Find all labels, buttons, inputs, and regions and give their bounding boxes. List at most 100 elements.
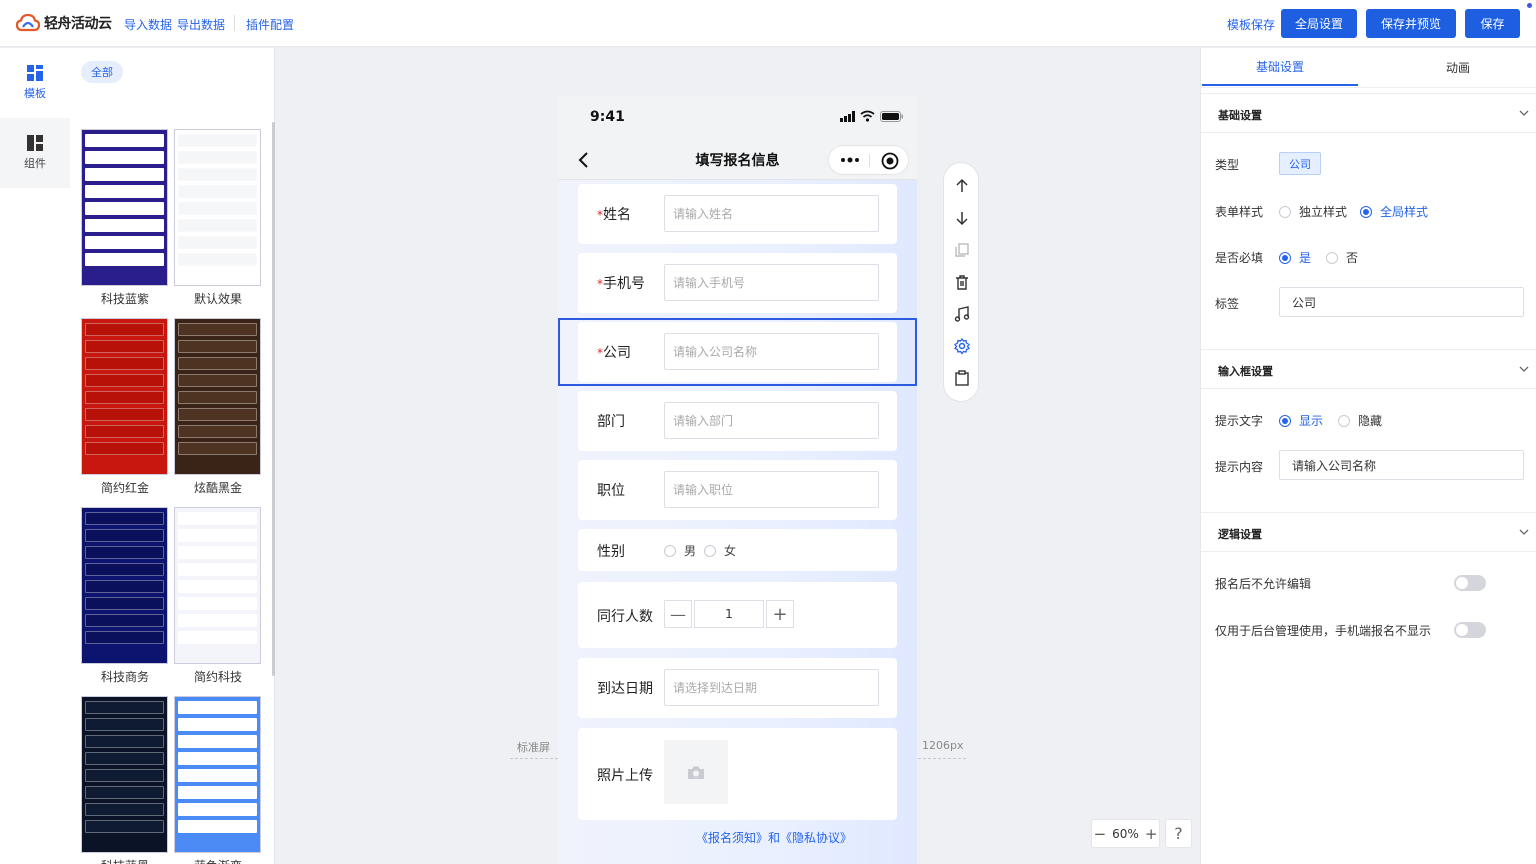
left-rail: 模板 组件 <box>0 48 70 864</box>
more-dots-icon[interactable] <box>840 157 860 163</box>
tab-basic-settings[interactable]: 基础设置 <box>1202 48 1358 86</box>
department-input[interactable]: 请输入部门 <box>664 402 879 439</box>
form-body: *姓名 请输入姓名 *手机号 请输入手机号 *公司 请输入公司名称 部门 请输入… <box>558 180 917 864</box>
thumbnail-row <box>178 357 257 370</box>
thumbnail-row <box>85 442 164 455</box>
stepper-plus-button[interactable]: + <box>766 600 794 628</box>
thumbnail-row <box>85 529 164 542</box>
notification-dot <box>1527 3 1532 8</box>
settings-gear-icon[interactable] <box>953 337 971 355</box>
field-card-department[interactable]: 部门 请输入部门 <box>578 391 897 451</box>
template-label: 炫酷黑金 <box>193 481 242 495</box>
radio-unchecked-icon <box>1326 252 1338 264</box>
export-data-link[interactable]: 导出数据 <box>177 16 225 33</box>
thumbnail-row <box>178 580 257 593</box>
form-style-global-option[interactable]: 全局样式 <box>1360 203 1428 220</box>
template-card[interactable]: 科技蓝紫 <box>81 129 169 307</box>
gender-option-female[interactable]: 女 <box>704 542 736 559</box>
thumbnail-row <box>178 442 257 455</box>
photo-upload-box[interactable] <box>664 740 728 804</box>
thumbnail-row <box>178 168 257 181</box>
phone-input[interactable]: 请输入手机号 <box>664 264 879 301</box>
rail-item-components[interactable]: 组件 <box>0 118 70 188</box>
stepper-minus-button[interactable]: — <box>664 600 692 628</box>
form-style-independent-option[interactable]: 独立样式 <box>1279 203 1347 220</box>
import-data-link[interactable]: 导入数据 <box>124 16 172 33</box>
standard-screen-label: 标准屏 <box>517 741 550 754</box>
field-label-arrival-date: 到达日期 <box>597 681 653 697</box>
section-logic-settings[interactable]: 逻辑设置 <box>1201 512 1536 552</box>
filter-chip-all[interactable]: 全部 <box>81 61 123 83</box>
required-no-option[interactable]: 否 <box>1326 249 1358 266</box>
template-card[interactable]: 蓝色渐变 <box>174 696 262 864</box>
template-thumbnail <box>81 507 168 664</box>
save-button[interactable]: 保存 <box>1465 9 1520 38</box>
template-card[interactable]: 简约科技 <box>174 507 262 685</box>
field-card-arrival-date[interactable]: 到达日期 请选择到达日期 <box>578 658 897 718</box>
tab-animation[interactable]: 动画 <box>1380 48 1536 86</box>
cloud-logo-icon <box>16 14 40 32</box>
chevron-down-icon <box>1519 529 1529 535</box>
copy-icon[interactable] <box>953 241 971 259</box>
thumbnail-row <box>85 735 164 748</box>
phone-nav-bar: 填写报名信息 <box>558 140 917 180</box>
zoom-out-button[interactable]: − <box>1094 825 1107 843</box>
status-time: 9:41 <box>590 109 625 125</box>
global-settings-button[interactable]: 全局设置 <box>1281 9 1357 38</box>
agreement-link-visible[interactable]: 《报名须知》和《隐私协议》 <box>558 829 917 846</box>
tag-input[interactable]: 公司 <box>1279 287 1524 317</box>
clipboard-icon[interactable] <box>953 369 971 387</box>
thumbnail-row <box>85 820 164 833</box>
gender-option-male[interactable]: 男 <box>664 542 696 559</box>
thumbnail-row <box>85 546 164 559</box>
template-label: 简约红金 <box>100 481 149 495</box>
field-card-position[interactable]: 职位 请输入职位 <box>578 460 897 520</box>
template-card[interactable]: 炫酷黑金 <box>174 318 262 496</box>
rail-item-templates[interactable]: 模板 <box>0 48 70 118</box>
canvas-ruler-right <box>918 758 966 759</box>
template-save-link[interactable]: 模板保存 <box>1227 16 1275 33</box>
thumbnail-row <box>178 340 257 353</box>
no-edit-toggle[interactable] <box>1454 575 1486 591</box>
template-card[interactable]: 默认效果 <box>174 129 262 307</box>
hint-hide-option[interactable]: 隐藏 <box>1338 412 1382 429</box>
field-card-photo-upload[interactable]: 照片上传 <box>578 728 897 820</box>
section-input-settings[interactable]: 输入框设置 <box>1201 349 1536 389</box>
chevron-down-icon <box>1519 110 1529 116</box>
section-title-basic: 基础设置 <box>1218 109 1262 122</box>
hint-text-label: 提示文字 <box>1215 414 1264 428</box>
wifi-icon <box>860 110 875 122</box>
section-basic-settings[interactable]: 基础设置 <box>1201 93 1536 133</box>
thumbnail-row <box>178 151 257 164</box>
field-card-phone[interactable]: *手机号 请输入手机号 <box>578 253 897 313</box>
backend-only-label: 仅用于后台管理使用，手机端报名不显示 <box>1215 624 1432 638</box>
hint-content-input[interactable]: 请输入公司名称 <box>1279 450 1524 480</box>
backend-only-toggle[interactable] <box>1454 622 1486 638</box>
phone-status-bar: 9:41 <box>558 96 917 140</box>
save-and-preview-button[interactable]: 保存并预览 <box>1366 9 1456 38</box>
thumbnail-row <box>178 253 257 266</box>
music-icon[interactable] <box>953 305 971 323</box>
move-up-icon[interactable] <box>953 177 971 195</box>
template-card[interactable]: 科技蓝黑 <box>81 696 169 864</box>
zoom-in-button[interactable]: + <box>1145 825 1158 843</box>
close-target-icon[interactable] <box>881 152 899 170</box>
move-down-icon[interactable] <box>953 209 971 227</box>
field-card-name[interactable]: *姓名 请输入姓名 <box>578 184 897 244</box>
template-card[interactable]: 科技商务 <box>81 507 169 685</box>
template-grid-icon <box>27 65 43 81</box>
name-input[interactable]: 请输入姓名 <box>664 195 879 232</box>
field-card-companions[interactable]: 同行人数 — 1 + <box>578 582 897 648</box>
companions-count-input[interactable]: 1 <box>694 600 764 628</box>
help-button[interactable]: ? <box>1165 819 1192 848</box>
plugin-config-link[interactable]: 插件配置 <box>246 16 294 33</box>
hint-show-option[interactable]: 显示 <box>1279 412 1323 429</box>
arrival-date-input[interactable]: 请选择到达日期 <box>664 669 879 706</box>
app-logo[interactable]: 轻舟活动云 <box>16 13 112 33</box>
template-card[interactable]: 简约红金 <box>81 318 169 496</box>
required-yes-option[interactable]: 是 <box>1279 249 1311 266</box>
field-card-gender[interactable]: 性别 男 女 <box>578 529 897 571</box>
template-panel-scrollbar[interactable] <box>272 122 275 676</box>
position-input[interactable]: 请输入职位 <box>664 471 879 508</box>
delete-icon[interactable] <box>953 273 971 291</box>
